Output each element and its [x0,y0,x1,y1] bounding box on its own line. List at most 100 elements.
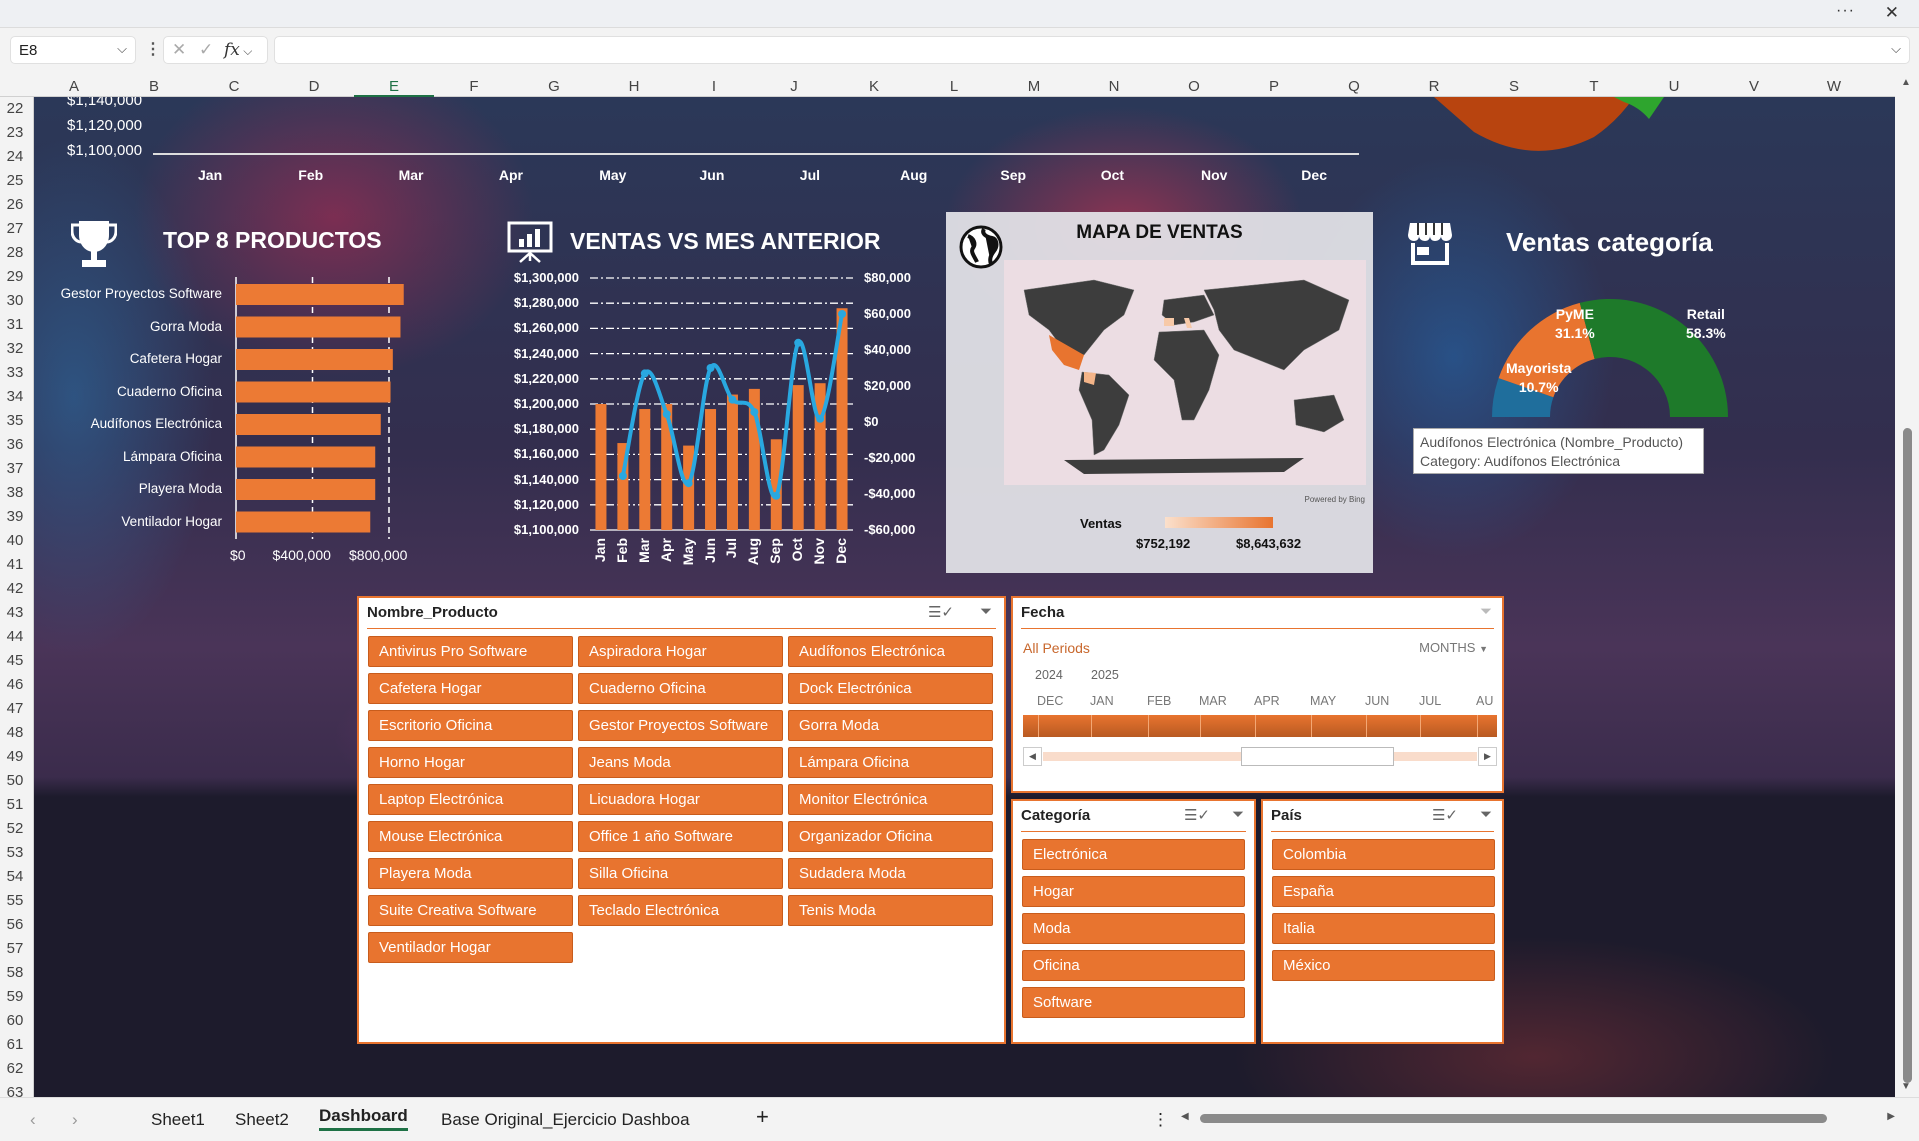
timeline-bar[interactable] [1023,715,1497,737]
scroll-right-icon[interactable]: ▶ [1887,1111,1895,1122]
row-header-33[interactable]: 33 [0,361,30,385]
horizontal-scrollbar[interactable]: ◀ ▶ [1181,1110,1895,1126]
scroll-thumb[interactable] [1200,1114,1827,1123]
row-header-51[interactable]: 51 [0,793,30,817]
slicer-item[interactable]: Tenis Moda [788,895,993,926]
clear-filter-icon[interactable]: ⏷ [1480,806,1492,823]
slicer-item[interactable]: Hogar [1022,876,1245,907]
row-header-55[interactable]: 55 [0,889,30,913]
slicer-item[interactable]: Italia [1272,913,1495,944]
row-header-60[interactable]: 60 [0,1009,30,1033]
slicer-item[interactable]: Audífonos Electrónica [788,636,993,667]
slicer-item[interactable]: Monitor Electrónica [788,784,993,815]
slicer-item[interactable]: Suite Creativa Software [368,895,573,926]
row-header-45[interactable]: 45 [0,649,30,673]
scroll-up-icon[interactable]: ▲ [1901,77,1911,88]
row-header-44[interactable]: 44 [0,625,30,649]
row-header-58[interactable]: 58 [0,961,30,985]
slicer-item[interactable]: Lámpara Oficina [788,747,993,778]
scroll-thumb[interactable] [1903,428,1912,1083]
next-sheet-button[interactable]: › [72,1110,78,1130]
month-label[interactable]: JUN [1365,694,1389,708]
slicer-item[interactable]: Software [1022,987,1245,1018]
column-header-p[interactable]: P [1234,78,1314,95]
add-sheet-button[interactable]: + [756,1104,769,1130]
slicer-pais[interactable]: País ☰✓ ⏷ Colombia España Italia México [1261,799,1504,1044]
column-header-c[interactable]: C [194,78,274,95]
month-label[interactable]: DEC [1037,694,1063,708]
row-header-22[interactable]: 22 [0,97,30,121]
slicer-item[interactable]: Dock Electrónica [788,673,993,704]
column-header-s[interactable]: S [1474,78,1554,95]
close-button[interactable]: ✕ [1885,3,1899,23]
row-header-61[interactable]: 61 [0,1033,30,1057]
column-header-g[interactable]: G [514,78,594,95]
column-header-v[interactable]: V [1714,78,1794,95]
month-label[interactable]: MAY [1310,694,1336,708]
month-label[interactable]: AU [1476,694,1493,708]
slicer-item[interactable]: Oficina [1022,950,1245,981]
column-header-j[interactable]: J [754,78,834,95]
slicer-item[interactable]: Sudadera Moda [788,858,993,889]
row-header-28[interactable]: 28 [0,241,30,265]
chevron-down-icon[interactable]: ⌵ [240,44,252,58]
row-header-35[interactable]: 35 [0,409,30,433]
insert-function-button[interactable]: fx [224,40,240,60]
row-header-56[interactable]: 56 [0,913,30,937]
scroll-thumb[interactable] [1241,747,1394,766]
time-level-dropdown[interactable]: MONTHS ▼ [1419,640,1488,655]
row-header-27[interactable]: 27 [0,217,30,241]
vertical-scrollbar[interactable]: ▲ ▼ [1895,75,1919,1097]
slicer-item[interactable]: Gorra Moda [788,710,993,741]
row-header-41[interactable]: 41 [0,553,30,577]
column-header-i[interactable]: I [674,78,754,95]
row-header-39[interactable]: 39 [0,505,30,529]
column-header-n[interactable]: N [1074,78,1154,95]
column-header-o[interactable]: O [1154,78,1234,95]
row-header-52[interactable]: 52 [0,817,30,841]
slicer-item[interactable]: Office 1 año Software [578,821,783,852]
column-header-a[interactable]: A [34,78,114,95]
month-label[interactable]: FEB [1147,694,1171,708]
tab-sheet2[interactable]: Sheet2 [235,1110,289,1130]
slicer-item[interactable]: España [1272,876,1495,907]
slicer-item[interactable]: Gestor Proyectos Software [578,710,783,741]
column-header-w[interactable]: W [1794,78,1874,95]
timeline-fecha[interactable]: Fecha ⏷ All Periods MONTHS ▼ 2024 2025 DEC… [1011,596,1504,793]
column-header-l[interactable]: L [914,78,994,95]
tab-base-original[interactable]: Base Original_Ejercicio Dashboa [441,1110,690,1130]
column-header-m[interactable]: M [994,78,1074,95]
scroll-left-button[interactable]: ◀ [1023,747,1042,766]
slicer-item[interactable]: Horno Hogar [368,747,573,778]
spain-region[interactable] [1164,318,1174,326]
month-label[interactable]: JAN [1090,694,1114,708]
expand-formula-icon[interactable]: ⌵ [1891,41,1901,57]
column-header-q[interactable]: Q [1314,78,1394,95]
formula-input[interactable]: ⌵ [274,36,1910,64]
more-options-button[interactable]: ··· [1836,2,1855,20]
column-header-e[interactable]: E [354,78,434,97]
clear-filter-icon[interactable]: ⏷ [1232,806,1244,823]
multi-select-icon[interactable]: ☰✓ [1432,806,1458,824]
slicer-nombre-producto[interactable]: Nombre_Producto ☰✓ ⏷ Antivirus Pro Softw… [357,596,1006,1044]
prev-sheet-button[interactable]: ‹ [30,1110,36,1130]
enter-icon[interactable]: ✓ [199,40,213,59]
row-header-38[interactable]: 38 [0,481,30,505]
slicer-item[interactable]: Aspiradora Hogar [578,636,783,667]
row-header-30[interactable]: 30 [0,289,30,313]
row-header-53[interactable]: 53 [0,841,30,865]
month-label[interactable]: APR [1254,694,1280,708]
slicer-item[interactable]: Licuadora Hogar [578,784,783,815]
row-header-62[interactable]: 62 [0,1057,30,1081]
slicer-item[interactable]: Silla Oficina [578,858,783,889]
tab-sheet1[interactable]: Sheet1 [151,1110,205,1130]
slicer-item[interactable]: Antivirus Pro Software [368,636,573,667]
tab-dashboard[interactable]: Dashboard [319,1106,408,1131]
scroll-left-icon[interactable]: ◀ [1181,1111,1189,1122]
row-header-54[interactable]: 54 [0,865,30,889]
slicer-item[interactable]: Playera Moda [368,858,573,889]
slicer-item[interactable]: Mouse Electrónica [368,821,573,852]
row-header-49[interactable]: 49 [0,745,30,769]
row-header-59[interactable]: 59 [0,985,30,1009]
clear-filter-icon[interactable]: ⏷ [1480,603,1492,620]
